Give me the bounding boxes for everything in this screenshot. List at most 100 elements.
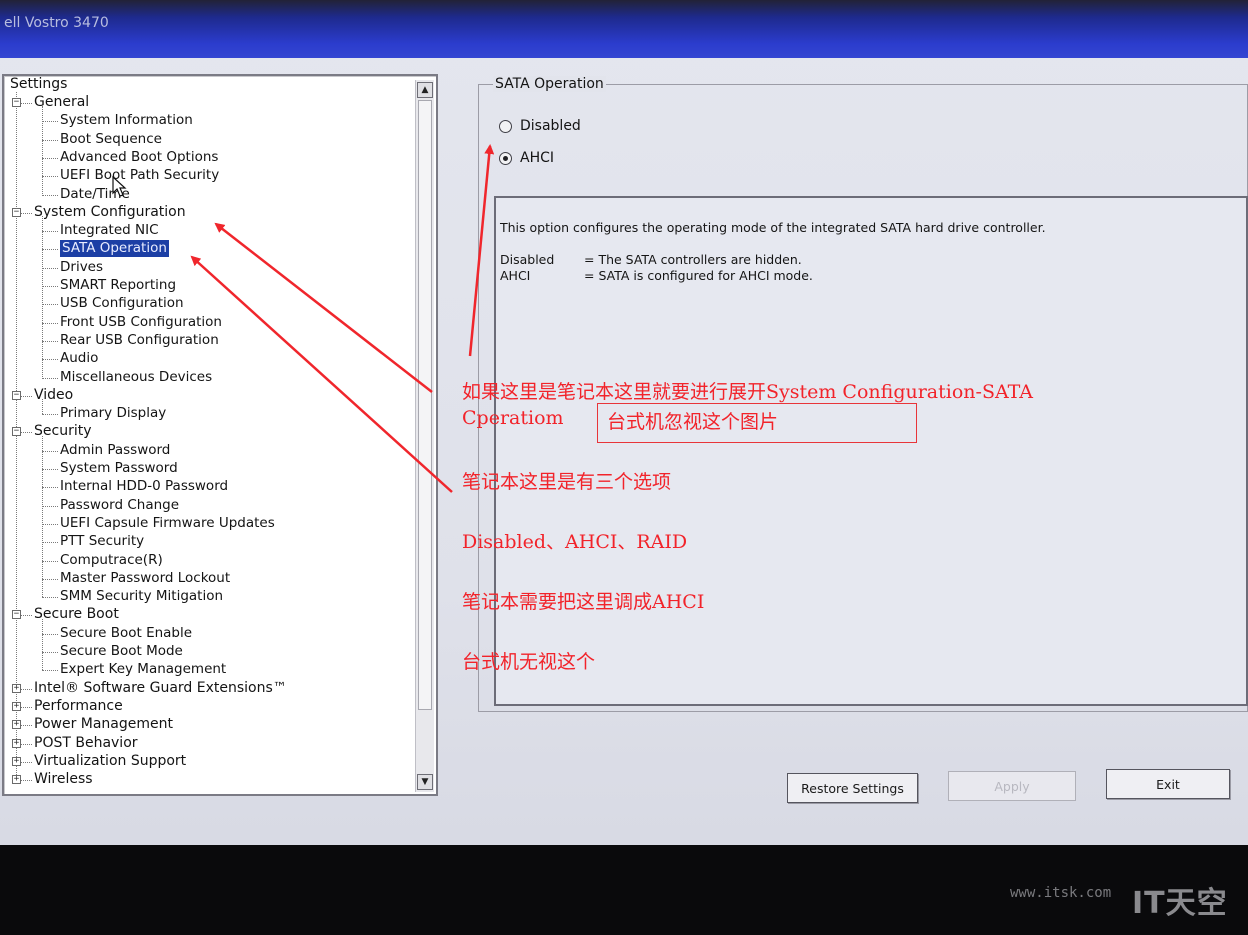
- tree-connector: [21, 761, 32, 763]
- tree-item[interactable]: Password Change: [60, 497, 179, 514]
- tree-group[interactable]: Secure Boot: [34, 606, 119, 623]
- scroll-down-icon[interactable]: ▼: [417, 774, 433, 790]
- tree-item[interactable]: Audio: [60, 350, 98, 367]
- expand-toggle-icon[interactable]: +: [12, 775, 21, 785]
- tree-heading: Settings: [10, 76, 68, 92]
- tree-item[interactable]: Expert Key Management: [60, 661, 226, 678]
- tree-item[interactable]: UEFI Capsule Firmware Updates: [60, 515, 275, 532]
- scroll-up-icon[interactable]: ▲: [417, 82, 433, 98]
- restore-settings-button[interactable]: Restore Settings: [787, 773, 918, 803]
- watermark-logo: IT天空: [1132, 886, 1228, 921]
- tree-connector: [21, 615, 32, 617]
- tree-item[interactable]: Advanced Boot Options: [60, 149, 218, 166]
- tree-connector: [21, 432, 32, 434]
- expand-toggle-icon[interactable]: +: [12, 756, 21, 766]
- radio-ahci[interactable]: AHCI: [499, 150, 554, 166]
- tree-item[interactable]: Secure Boot Mode: [60, 643, 183, 660]
- title-bar: ell Vostro 3470: [0, 0, 1248, 58]
- collapse-toggle-icon[interactable]: −: [12, 207, 21, 217]
- tree-item[interactable]: Secure Boot Enable: [60, 625, 192, 642]
- tree-item[interactable]: PTT Security: [60, 533, 144, 550]
- apply-button[interactable]: Apply: [948, 771, 1076, 801]
- tree-item[interactable]: Front USB Configuration: [60, 314, 222, 331]
- tree-connector: [42, 322, 58, 324]
- tree-connector: [42, 340, 58, 342]
- tree-connector: [42, 597, 58, 599]
- tree-connector: [42, 505, 58, 507]
- expand-toggle-icon[interactable]: +: [12, 683, 21, 693]
- window-title: ell Vostro 3470: [4, 15, 109, 31]
- tree-item[interactable]: Computrace(R): [60, 552, 163, 569]
- annotation-boxed-text: 台式机忽视这个图片: [607, 411, 779, 433]
- tree-group[interactable]: POST Behavior: [34, 735, 138, 752]
- exit-button[interactable]: Exit: [1106, 769, 1230, 799]
- tree-connector: [42, 249, 58, 251]
- tree-connector: [42, 652, 58, 653]
- tree-connector: [21, 743, 32, 745]
- tree-group[interactable]: Intel® Software Guard Extensions™: [34, 680, 287, 697]
- tree-item[interactable]: SMART Reporting: [60, 277, 176, 294]
- tree-item[interactable]: Admin Password: [60, 442, 170, 459]
- tree-item[interactable]: Drives: [60, 259, 103, 276]
- tree-connector: [42, 399, 43, 415]
- tree-item[interactable]: Rear USB Configuration: [60, 332, 219, 349]
- tree-group[interactable]: System Configuration: [34, 204, 186, 221]
- tree-connector: [42, 176, 58, 178]
- collapse-toggle-icon[interactable]: −: [12, 98, 21, 107]
- tree-connector: [42, 231, 58, 233]
- tree-group[interactable]: Video: [34, 387, 73, 404]
- annotation-line-3: 笔记本这里是有三个选项: [462, 471, 672, 493]
- collapse-toggle-icon[interactable]: −: [12, 610, 21, 620]
- tree-group[interactable]: Power Management: [34, 716, 173, 733]
- radio-ahci-circle[interactable]: [499, 151, 512, 165]
- tree-connector: [42, 633, 58, 635]
- tree-connector: [42, 194, 58, 196]
- annotation-line-1: 如果这里是笔记本这里就要进行展开System Configuration-SAT…: [462, 381, 1033, 403]
- tree-group[interactable]: Wireless: [34, 771, 93, 788]
- tree-connector: [42, 578, 58, 580]
- tree-connector: [42, 359, 58, 361]
- scroll-thumb[interactable]: [418, 100, 432, 710]
- tree-connector: [42, 267, 58, 269]
- tree-item[interactable]: Boot Sequence: [60, 131, 162, 148]
- tree-item[interactable]: SMM Security Mitigation: [60, 588, 223, 605]
- radio-disabled-circle[interactable]: [499, 119, 512, 133]
- tree-connector: [42, 414, 58, 416]
- expand-toggle-icon[interactable]: +: [12, 738, 21, 748]
- expand-toggle-icon[interactable]: +: [12, 720, 21, 730]
- expand-toggle-icon[interactable]: +: [12, 701, 21, 711]
- tree-item[interactable]: Internal HDD-0 Password: [60, 478, 228, 495]
- tree-item[interactable]: Primary Display: [60, 405, 166, 422]
- annotation-line-2: Cperatiom: [462, 407, 564, 429]
- option-panel-title: SATA Operation: [493, 76, 606, 92]
- definition-row: Disabled = The SATA controllers are hidde…: [500, 252, 802, 267]
- tree-connector: [21, 780, 32, 782]
- definition-key: AHCI: [500, 268, 531, 283]
- tree-connector: [21, 395, 32, 397]
- tree-connector: [42, 542, 58, 544]
- collapse-toggle-icon[interactable]: −: [12, 427, 21, 437]
- tree-item[interactable]: System Password: [60, 460, 178, 477]
- collapse-toggle-icon[interactable]: −: [12, 390, 21, 400]
- tree-connector: [42, 139, 58, 141]
- tree-item[interactable]: Miscellaneous Devices: [60, 369, 212, 386]
- tree-connector: [42, 523, 58, 525]
- radio-disabled[interactable]: Disabled: [499, 118, 581, 134]
- definition-value: = The SATA controllers are hidden.: [584, 252, 802, 267]
- tree-connector: [42, 106, 43, 195]
- tree-item[interactable]: Integrated NIC: [60, 222, 159, 239]
- tree-item[interactable]: UEFI Boot Path Security: [60, 167, 219, 184]
- tree-group[interactable]: Performance: [34, 698, 123, 715]
- tree-item[interactable]: USB Configuration: [60, 295, 184, 312]
- tree-scrollbar[interactable]: ▲ ▼: [415, 80, 434, 792]
- tree-item[interactable]: Master Password Lockout: [60, 570, 230, 587]
- tree-connector: [42, 618, 43, 671]
- radio-disabled-label: Disabled: [520, 118, 581, 134]
- tree-item[interactable]: System Information: [60, 112, 193, 129]
- tree-connector: [42, 304, 58, 306]
- help-description: This option configures the operating mod…: [500, 220, 1046, 235]
- tree-connector: [42, 560, 58, 562]
- tree-connector: [21, 103, 32, 104]
- tree-item[interactable]: SATA Operation: [59, 239, 170, 259]
- tree-group[interactable]: Virtualization Support: [34, 753, 186, 770]
